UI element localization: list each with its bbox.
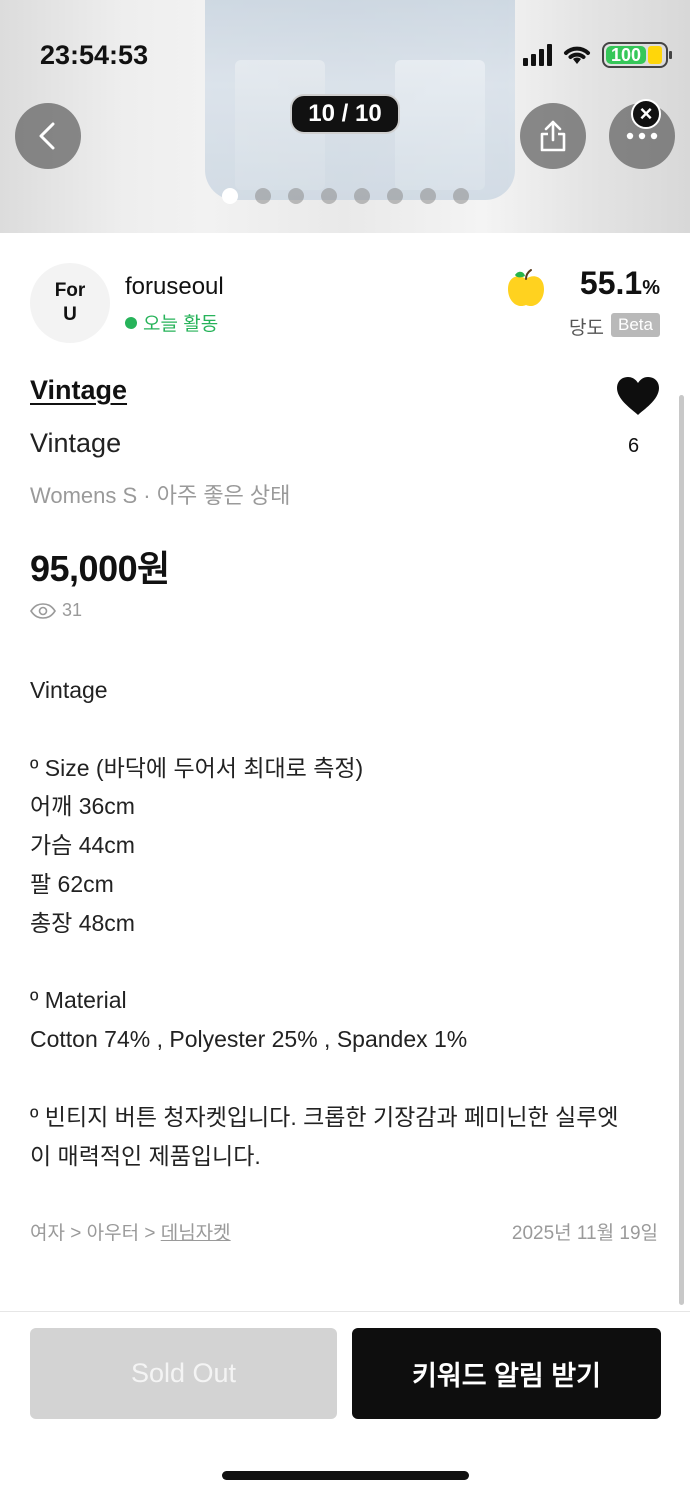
description-line: Cotton 74% , Polyester 25% , Spandex 1% [30, 1026, 468, 1053]
heart-icon[interactable] [615, 376, 661, 416]
category-path: 여자 > 아우터 > [30, 1223, 161, 1244]
description-line [30, 710, 670, 749]
sweetness-label: 당도 [569, 318, 604, 339]
beta-badge: Beta [611, 313, 660, 337]
share-button[interactable] [520, 103, 586, 169]
gallery-pagination [222, 188, 469, 204]
description-line: 어깨 36cm [30, 793, 135, 820]
image-counter: 10 / 10 [290, 94, 400, 134]
description-line: 이 매력적인 제품입니다. [30, 1142, 261, 1169]
apple-icon [508, 269, 544, 307]
gallery-dot[interactable] [255, 188, 271, 204]
brand-link[interactable]: Vintage [30, 375, 127, 406]
cellular-signal-icon [523, 44, 552, 66]
gallery-dot[interactable] [387, 188, 403, 204]
description-line: 팔 62cm [30, 870, 114, 897]
battery-icon: 100 [602, 42, 672, 68]
eye-icon [30, 602, 56, 619]
gallery-dot[interactable] [288, 188, 304, 204]
description-line [30, 1059, 670, 1098]
seller-info[interactable]: For U foruseoul 오늘 활동 55.1% 당도 Beta [30, 263, 660, 345]
seller-avatar[interactable]: For U [30, 263, 110, 343]
category-link[interactable]: 데님자켓 [161, 1223, 231, 1244]
product-price: 95,000원 [30, 548, 170, 589]
keyword-alert-button[interactable]: 키워드 알림 받기 [352, 1328, 661, 1419]
more-dots-icon [626, 132, 658, 140]
close-icon[interactable]: × [631, 99, 661, 129]
sweetness-value: 55.1% [579, 265, 660, 301]
category-breadcrumb: 여자 > 아우터 > 데님자켓 [30, 1218, 231, 1245]
description-line: Vintage [30, 677, 108, 703]
seller-activity-status: 오늘 활동 [125, 309, 218, 336]
view-count-value: 31 [62, 600, 83, 620]
status-bar-icons: 100 [523, 42, 672, 68]
chevron-left-icon [39, 122, 55, 150]
gallery-dot[interactable] [321, 188, 337, 204]
product-description: Vintage º Size (바닥에 두어서 최대로 측정) 어깨 36cm 가슴 … [30, 671, 670, 1175]
description-line: 가슴 44cm [30, 832, 135, 859]
seller-rating[interactable]: 55.1% 당도 Beta [500, 263, 660, 345]
status-bar-time: 23:54:53 [40, 40, 149, 70]
description-line: º Size (바닥에 두어서 최대로 측정) [30, 754, 364, 781]
gallery-dot[interactable] [420, 188, 436, 204]
gallery-dot[interactable] [222, 188, 238, 204]
avatar-text-line1: For [54, 280, 86, 301]
description-line: º Material [30, 987, 127, 1014]
view-count: 31 [30, 600, 82, 621]
sold-out-button: Sold Out [30, 1328, 337, 1419]
seller-activity-label: 오늘 활동 [143, 314, 219, 335]
like-count: 6 [628, 435, 640, 457]
posted-date: 2025년 11월 19일 [511, 1223, 658, 1244]
bottom-divider [0, 1311, 690, 1312]
scrollbar[interactable] [679, 395, 684, 1305]
seller-name[interactable]: foruseoul [125, 273, 224, 301]
description-line [30, 943, 670, 982]
home-indicator [222, 1471, 469, 1480]
description-line: º 빈티지 버튼 청자켓입니다. 크롭한 기장감과 페미닌한 실루엣 [30, 1103, 619, 1130]
gallery-dot[interactable] [453, 188, 469, 204]
avatar-text-line2: U [63, 304, 77, 325]
product-title: Vintage [30, 428, 122, 458]
description-line: 총장 48cm [30, 909, 135, 936]
online-dot-icon [125, 316, 137, 329]
wifi-icon [564, 46, 590, 64]
share-icon [540, 120, 566, 152]
gallery-dot[interactable] [354, 188, 370, 204]
back-button[interactable] [15, 103, 81, 169]
battery-level: 100 [606, 45, 646, 65]
product-size-condition: Womens S · 아주 좋은 상태 [30, 483, 291, 508]
